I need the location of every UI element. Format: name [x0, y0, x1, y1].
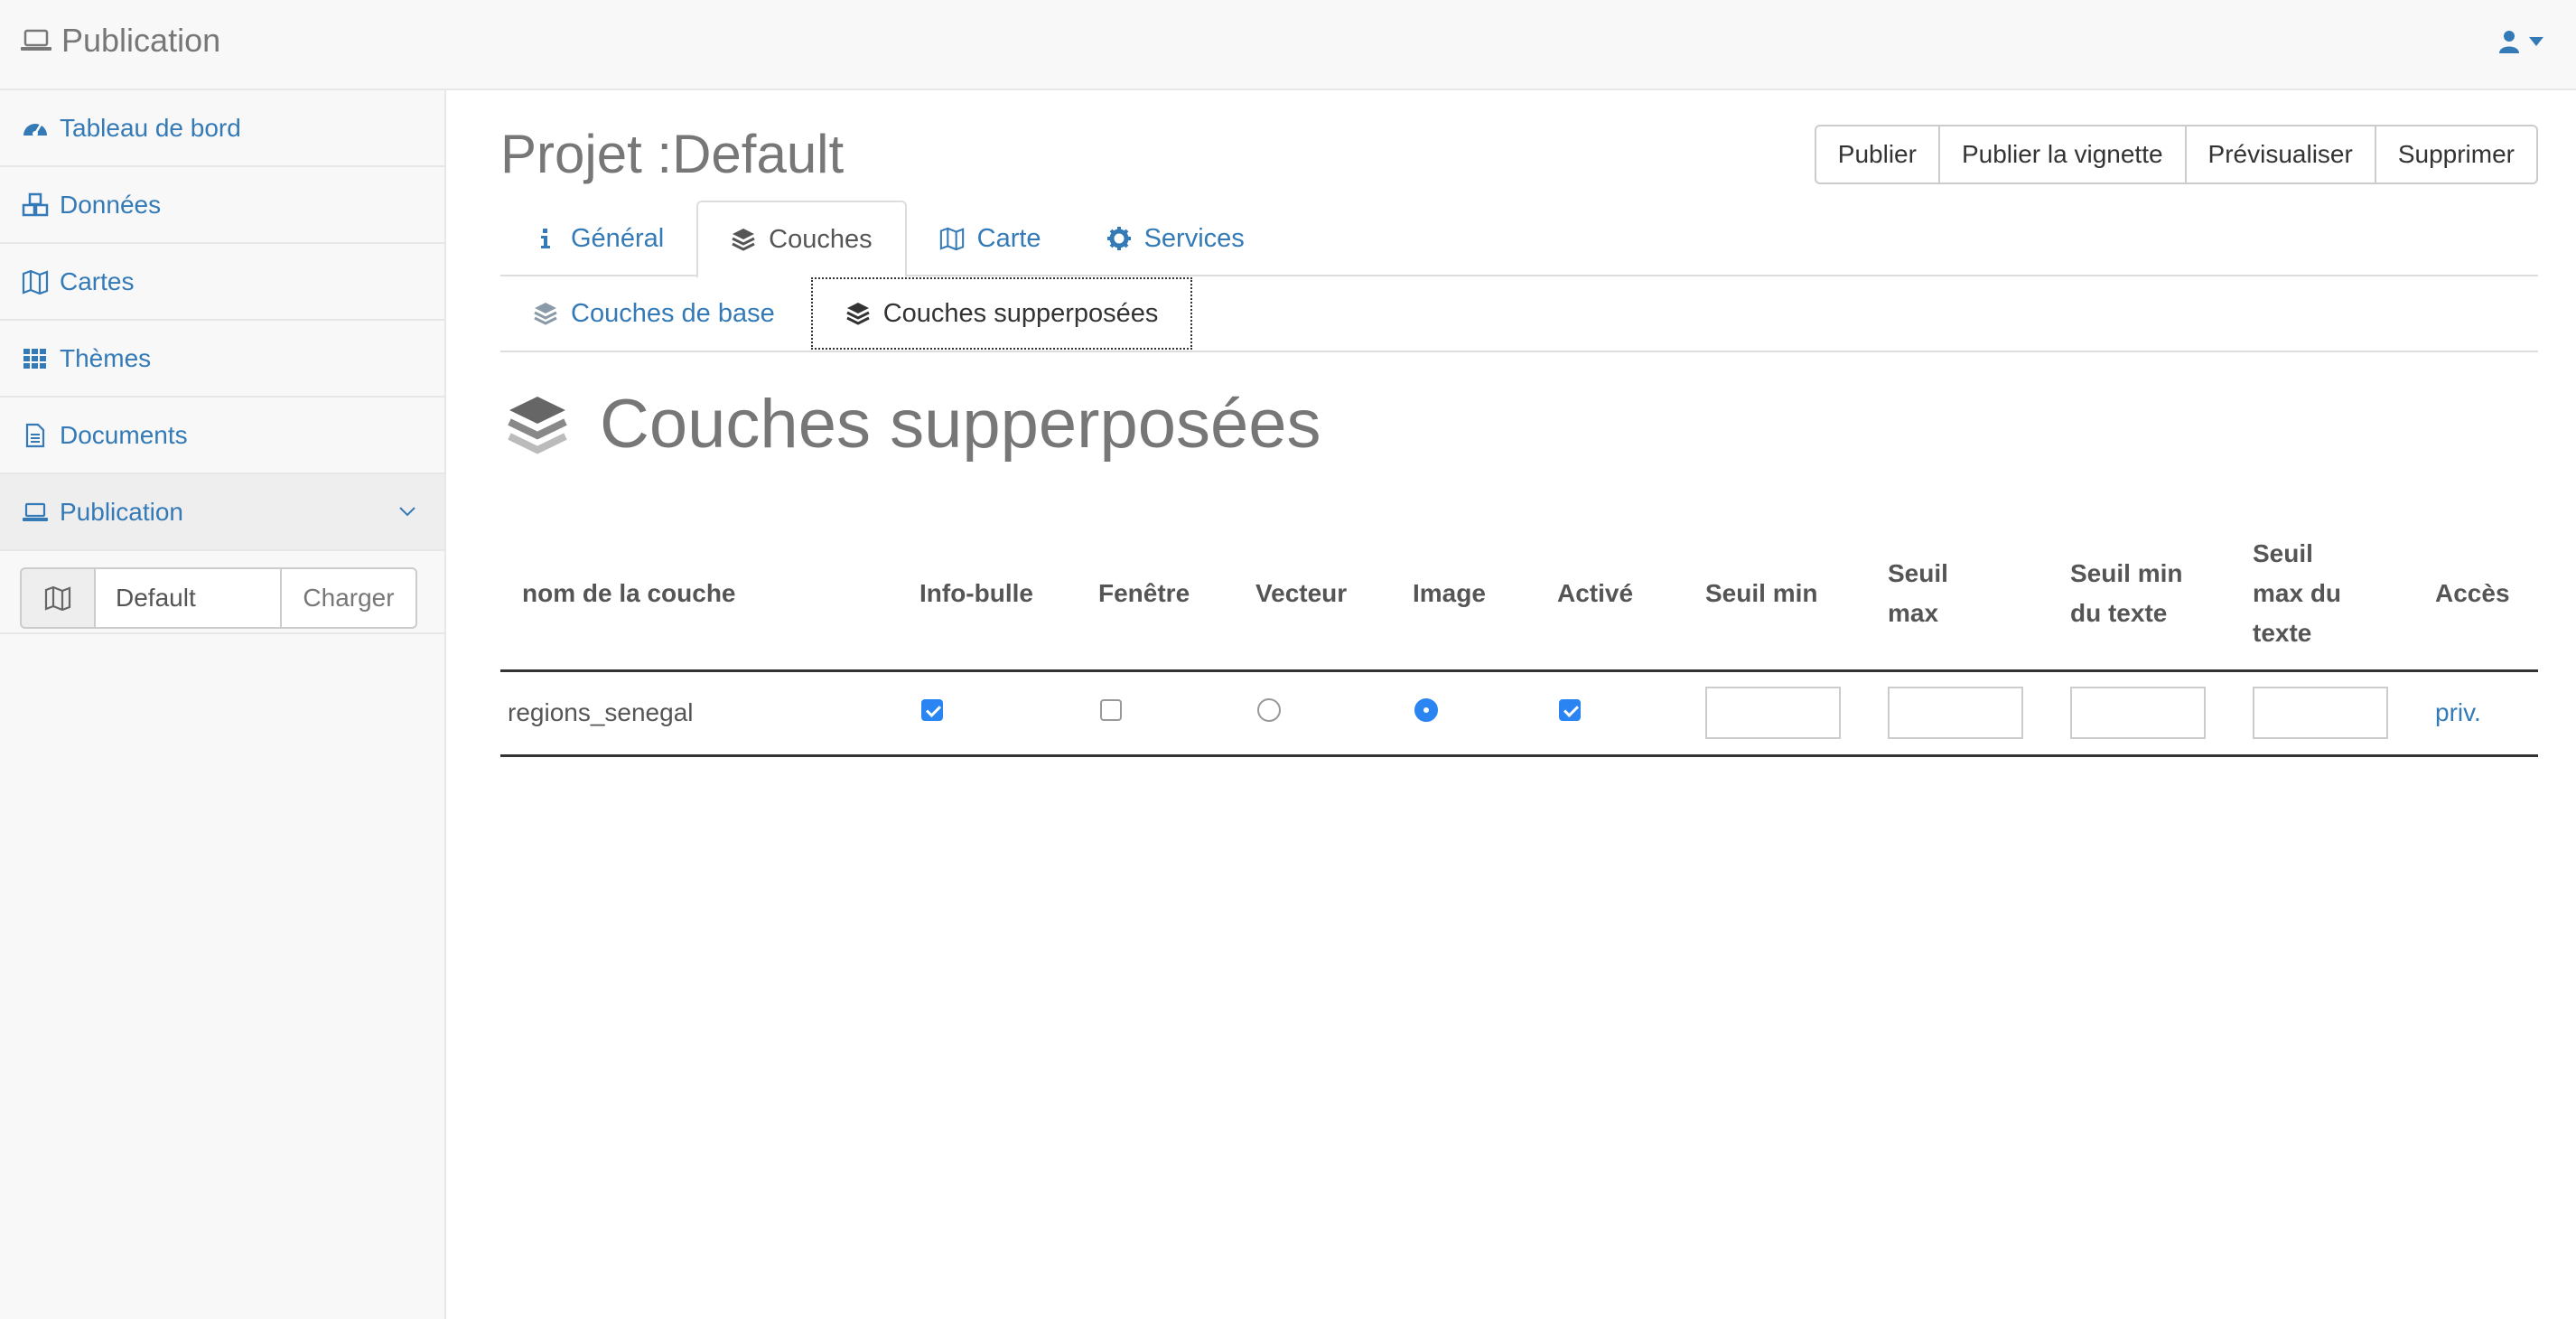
seuil-max-texte-input[interactable] [2253, 687, 2388, 739]
laptop-icon [21, 29, 51, 51]
sidebar-item-label: Tableau de bord [60, 113, 241, 142]
grid-icon [23, 348, 46, 369]
subtab-couches-supperposees[interactable]: Couches supperposées [810, 277, 1193, 350]
layers-icon [846, 303, 870, 325]
user-menu[interactable] [2498, 29, 2543, 54]
tab-couches[interactable]: Couches [696, 201, 907, 278]
col-header-vecteur: Vecteur [1243, 519, 1400, 672]
project-load-group: Charger [0, 551, 444, 634]
col-header-image: Image [1400, 519, 1545, 672]
vecteur-radio[interactable] [1257, 697, 1281, 722]
preview-button[interactable]: Prévisualiser [2184, 125, 2376, 184]
sidebar-item-label: Documents [60, 420, 188, 449]
subtab-couches-de-base[interactable]: Couches de base [500, 277, 807, 350]
seuil-min-input[interactable] [1705, 687, 1841, 739]
cubes-icon [22, 192, 49, 216]
brand-link[interactable]: Publication [20, 22, 220, 60]
sidebar-item-themes[interactable]: Thèmes [0, 321, 444, 398]
section-header: Couches supperposées [506, 385, 1321, 463]
layers-table: nom de la couche Info-bulle Fenêtre Vect… [500, 519, 2538, 757]
seuil-min-texte-input[interactable] [2070, 687, 2206, 739]
tab-carte[interactable]: Carte [907, 201, 1074, 276]
layers-icon [508, 396, 567, 454]
col-header-seuil-max: Seuil max [1875, 519, 2058, 672]
map-addon [20, 567, 96, 629]
col-header-active: Activé [1545, 519, 1693, 672]
sidebar-item-publication[interactable]: Publication [0, 474, 444, 551]
sidebar-item-label: Cartes [60, 267, 135, 295]
publish-thumbnail-button[interactable]: Publier la vignette [1937, 125, 2187, 184]
sidebar: Tableau de bord Données Cartes Thèmes Do… [0, 90, 446, 1319]
sidebar-item-tableau-de-bord[interactable]: Tableau de bord [0, 90, 444, 167]
project-input[interactable] [96, 567, 282, 629]
sidebar-item-documents[interactable]: Documents [0, 398, 444, 474]
action-buttons: Publier Publier la vignette Prévisualise… [1814, 125, 2538, 184]
table-header-row: nom de la couche Info-bulle Fenêtre Vect… [500, 519, 2538, 672]
caret-down-icon [2529, 37, 2543, 46]
layer-name: regions_senegal [500, 670, 907, 757]
subtab-label: Couches de base [571, 298, 775, 328]
layer-subtabs: Couches de base Couches supperposées [500, 276, 2538, 352]
publish-button[interactable]: Publier [1814, 125, 1940, 184]
col-header-seuil-min-texte: Seuil min du texte [2058, 519, 2240, 672]
chevron-down-icon [399, 507, 415, 517]
tab-label: Couches [769, 224, 873, 254]
table-row: regions_senegal priv. [500, 670, 2538, 757]
top-navbar: Publication [0, 0, 2576, 90]
main-content: Projet :Default Publier Publier la vigne… [448, 90, 2576, 1319]
gear-icon [1106, 227, 1131, 250]
tab-general[interactable]: Général [500, 201, 696, 276]
dashboard-icon [23, 123, 47, 136]
tab-label: Services [1143, 223, 1245, 253]
user-icon [2499, 31, 2519, 53]
access-link[interactable]: priv. [2435, 698, 2481, 726]
laptop-icon [23, 502, 48, 521]
col-header-name: nom de la couche [500, 519, 907, 672]
active-checkbox[interactable] [1559, 699, 1581, 721]
seuil-max-input[interactable] [1888, 687, 2023, 739]
image-radio[interactable] [1414, 697, 1438, 722]
map-icon [939, 227, 964, 251]
col-header-seuil-max-texte: Seuil max du texte [2240, 519, 2422, 672]
load-button[interactable]: Charger [282, 567, 417, 629]
layers-icon [732, 229, 755, 251]
main-tabs: Général Couches Carte Services [500, 201, 2538, 278]
page-title: Projet :Default [500, 124, 845, 184]
info-icon [541, 229, 550, 248]
layers-icon [534, 303, 557, 325]
col-header-info-bulle: Info-bulle [907, 519, 1086, 672]
map-icon [44, 585, 71, 611]
col-header-acces: Accès [2422, 519, 2538, 672]
sidebar-item-label: Publication [60, 497, 183, 526]
subtab-label: Couches supperposées [882, 298, 1159, 328]
sidebar-item-label: Données [60, 190, 162, 219]
document-icon [25, 423, 45, 447]
fenetre-checkbox[interactable] [1100, 699, 1122, 721]
tab-label: Carte [976, 223, 1041, 253]
map-icon [22, 269, 49, 295]
sidebar-item-donnees[interactable]: Données [0, 167, 444, 244]
col-header-seuil-min: Seuil min [1693, 519, 1875, 672]
section-title: Couches supperposées [600, 386, 1321, 463]
col-header-fenetre: Fenêtre [1086, 519, 1243, 672]
sidebar-item-label: Thèmes [60, 343, 152, 372]
sidebar-item-cartes[interactable]: Cartes [0, 244, 444, 321]
brand-title: Publication [61, 22, 221, 59]
tab-services[interactable]: Services [1074, 201, 1277, 276]
info-bulle-checkbox[interactable] [921, 699, 943, 721]
delete-button[interactable]: Supprimer [2374, 125, 2538, 184]
tab-label: Général [571, 223, 665, 253]
